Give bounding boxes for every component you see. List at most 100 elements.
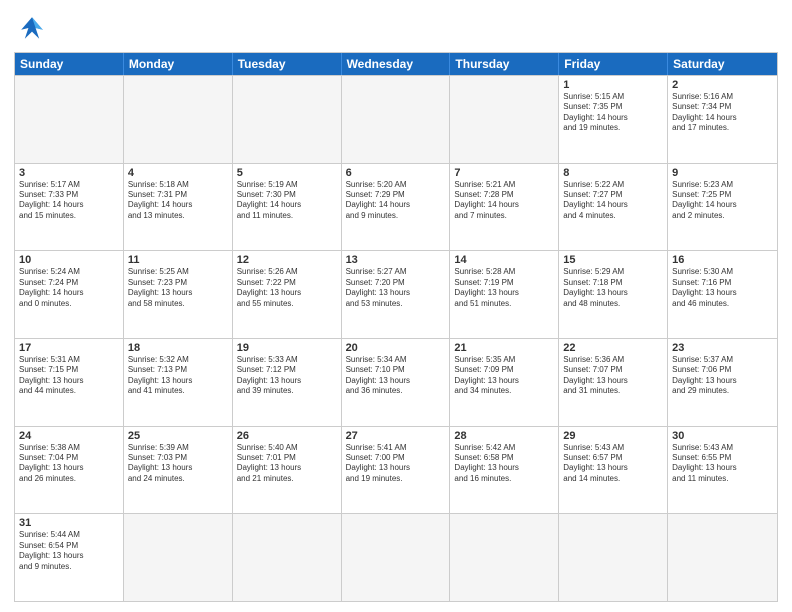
- day-number: 18: [128, 342, 228, 354]
- day-info: Sunrise: 5:41 AM Sunset: 7:00 PM Dayligh…: [346, 443, 446, 485]
- day-number: 9: [672, 167, 773, 179]
- calendar: SundayMondayTuesdayWednesdayThursdayFrid…: [14, 52, 778, 602]
- day-number: 2: [672, 79, 773, 91]
- day-info: Sunrise: 5:22 AM Sunset: 7:27 PM Dayligh…: [563, 180, 663, 222]
- cal-cell-4: 4Sunrise: 5:18 AM Sunset: 7:31 PM Daylig…: [124, 164, 233, 251]
- day-number: 29: [563, 430, 663, 442]
- cal-cell-5: 5Sunrise: 5:19 AM Sunset: 7:30 PM Daylig…: [233, 164, 342, 251]
- cal-cell-empty: [124, 514, 233, 601]
- cal-cell-18: 18Sunrise: 5:32 AM Sunset: 7:13 PM Dayli…: [124, 339, 233, 426]
- day-info: Sunrise: 5:31 AM Sunset: 7:15 PM Dayligh…: [19, 355, 119, 397]
- day-number: 4: [128, 167, 228, 179]
- cal-cell-20: 20Sunrise: 5:34 AM Sunset: 7:10 PM Dayli…: [342, 339, 451, 426]
- cal-cell-2: 2Sunrise: 5:16 AM Sunset: 7:34 PM Daylig…: [668, 76, 777, 163]
- cal-cell-23: 23Sunrise: 5:37 AM Sunset: 7:06 PM Dayli…: [668, 339, 777, 426]
- cal-header-wednesday: Wednesday: [342, 53, 451, 75]
- day-number: 27: [346, 430, 446, 442]
- cal-cell-empty: [342, 76, 451, 163]
- day-info: Sunrise: 5:16 AM Sunset: 7:34 PM Dayligh…: [672, 92, 773, 134]
- day-info: Sunrise: 5:35 AM Sunset: 7:09 PM Dayligh…: [454, 355, 554, 397]
- cal-cell-25: 25Sunrise: 5:39 AM Sunset: 7:03 PM Dayli…: [124, 427, 233, 514]
- day-number: 31: [19, 517, 119, 529]
- cal-cell-19: 19Sunrise: 5:33 AM Sunset: 7:12 PM Dayli…: [233, 339, 342, 426]
- day-number: 28: [454, 430, 554, 442]
- day-number: 21: [454, 342, 554, 354]
- day-info: Sunrise: 5:44 AM Sunset: 6:54 PM Dayligh…: [19, 530, 119, 572]
- day-info: Sunrise: 5:28 AM Sunset: 7:19 PM Dayligh…: [454, 267, 554, 309]
- day-info: Sunrise: 5:40 AM Sunset: 7:01 PM Dayligh…: [237, 443, 337, 485]
- day-number: 17: [19, 342, 119, 354]
- cal-cell-empty: [559, 514, 668, 601]
- cal-cell-29: 29Sunrise: 5:43 AM Sunset: 6:57 PM Dayli…: [559, 427, 668, 514]
- day-number: 19: [237, 342, 337, 354]
- cal-header-monday: Monday: [124, 53, 233, 75]
- cal-header-saturday: Saturday: [668, 53, 777, 75]
- day-number: 3: [19, 167, 119, 179]
- calendar-header: SundayMondayTuesdayWednesdayThursdayFrid…: [15, 53, 777, 75]
- day-number: 11: [128, 254, 228, 266]
- day-info: Sunrise: 5:27 AM Sunset: 7:20 PM Dayligh…: [346, 267, 446, 309]
- cal-week-4: 24Sunrise: 5:38 AM Sunset: 7:04 PM Dayli…: [15, 426, 777, 514]
- cal-cell-7: 7Sunrise: 5:21 AM Sunset: 7:28 PM Daylig…: [450, 164, 559, 251]
- day-number: 22: [563, 342, 663, 354]
- day-number: 5: [237, 167, 337, 179]
- day-number: 25: [128, 430, 228, 442]
- cal-cell-26: 26Sunrise: 5:40 AM Sunset: 7:01 PM Dayli…: [233, 427, 342, 514]
- day-number: 30: [672, 430, 773, 442]
- day-info: Sunrise: 5:30 AM Sunset: 7:16 PM Dayligh…: [672, 267, 773, 309]
- day-info: Sunrise: 5:32 AM Sunset: 7:13 PM Dayligh…: [128, 355, 228, 397]
- cal-cell-11: 11Sunrise: 5:25 AM Sunset: 7:23 PM Dayli…: [124, 251, 233, 338]
- cal-cell-empty: [450, 76, 559, 163]
- cal-cell-empty: [15, 76, 124, 163]
- cal-cell-24: 24Sunrise: 5:38 AM Sunset: 7:04 PM Dayli…: [15, 427, 124, 514]
- day-info: Sunrise: 5:25 AM Sunset: 7:23 PM Dayligh…: [128, 267, 228, 309]
- day-info: Sunrise: 5:37 AM Sunset: 7:06 PM Dayligh…: [672, 355, 773, 397]
- cal-week-2: 10Sunrise: 5:24 AM Sunset: 7:24 PM Dayli…: [15, 250, 777, 338]
- cal-cell-30: 30Sunrise: 5:43 AM Sunset: 6:55 PM Dayli…: [668, 427, 777, 514]
- day-info: Sunrise: 5:39 AM Sunset: 7:03 PM Dayligh…: [128, 443, 228, 485]
- cal-cell-1: 1Sunrise: 5:15 AM Sunset: 7:35 PM Daylig…: [559, 76, 668, 163]
- day-info: Sunrise: 5:26 AM Sunset: 7:22 PM Dayligh…: [237, 267, 337, 309]
- cal-header-tuesday: Tuesday: [233, 53, 342, 75]
- cal-header-sunday: Sunday: [15, 53, 124, 75]
- cal-cell-22: 22Sunrise: 5:36 AM Sunset: 7:07 PM Dayli…: [559, 339, 668, 426]
- day-number: 26: [237, 430, 337, 442]
- cal-cell-12: 12Sunrise: 5:26 AM Sunset: 7:22 PM Dayli…: [233, 251, 342, 338]
- cal-cell-21: 21Sunrise: 5:35 AM Sunset: 7:09 PM Dayli…: [450, 339, 559, 426]
- day-info: Sunrise: 5:29 AM Sunset: 7:18 PM Dayligh…: [563, 267, 663, 309]
- day-info: Sunrise: 5:20 AM Sunset: 7:29 PM Dayligh…: [346, 180, 446, 222]
- cal-cell-empty: [668, 514, 777, 601]
- cal-cell-3: 3Sunrise: 5:17 AM Sunset: 7:33 PM Daylig…: [15, 164, 124, 251]
- cal-header-friday: Friday: [559, 53, 668, 75]
- day-info: Sunrise: 5:24 AM Sunset: 7:24 PM Dayligh…: [19, 267, 119, 309]
- day-number: 16: [672, 254, 773, 266]
- day-number: 1: [563, 79, 663, 91]
- cal-cell-empty: [450, 514, 559, 601]
- day-info: Sunrise: 5:19 AM Sunset: 7:30 PM Dayligh…: [237, 180, 337, 222]
- day-info: Sunrise: 5:43 AM Sunset: 6:55 PM Dayligh…: [672, 443, 773, 485]
- day-info: Sunrise: 5:34 AM Sunset: 7:10 PM Dayligh…: [346, 355, 446, 397]
- cal-cell-8: 8Sunrise: 5:22 AM Sunset: 7:27 PM Daylig…: [559, 164, 668, 251]
- cal-cell-6: 6Sunrise: 5:20 AM Sunset: 7:29 PM Daylig…: [342, 164, 451, 251]
- cal-week-5: 31Sunrise: 5:44 AM Sunset: 6:54 PM Dayli…: [15, 513, 777, 601]
- cal-cell-16: 16Sunrise: 5:30 AM Sunset: 7:16 PM Dayli…: [668, 251, 777, 338]
- cal-cell-10: 10Sunrise: 5:24 AM Sunset: 7:24 PM Dayli…: [15, 251, 124, 338]
- day-info: Sunrise: 5:38 AM Sunset: 7:04 PM Dayligh…: [19, 443, 119, 485]
- cal-cell-28: 28Sunrise: 5:42 AM Sunset: 6:58 PM Dayli…: [450, 427, 559, 514]
- day-info: Sunrise: 5:23 AM Sunset: 7:25 PM Dayligh…: [672, 180, 773, 222]
- day-number: 15: [563, 254, 663, 266]
- cal-header-thursday: Thursday: [450, 53, 559, 75]
- day-info: Sunrise: 5:36 AM Sunset: 7:07 PM Dayligh…: [563, 355, 663, 397]
- logo: [14, 10, 54, 46]
- day-number: 23: [672, 342, 773, 354]
- cal-cell-14: 14Sunrise: 5:28 AM Sunset: 7:19 PM Dayli…: [450, 251, 559, 338]
- cal-cell-9: 9Sunrise: 5:23 AM Sunset: 7:25 PM Daylig…: [668, 164, 777, 251]
- cal-week-3: 17Sunrise: 5:31 AM Sunset: 7:15 PM Dayli…: [15, 338, 777, 426]
- day-info: Sunrise: 5:42 AM Sunset: 6:58 PM Dayligh…: [454, 443, 554, 485]
- day-number: 20: [346, 342, 446, 354]
- day-number: 10: [19, 254, 119, 266]
- day-info: Sunrise: 5:18 AM Sunset: 7:31 PM Dayligh…: [128, 180, 228, 222]
- cal-cell-15: 15Sunrise: 5:29 AM Sunset: 7:18 PM Dayli…: [559, 251, 668, 338]
- cal-cell-empty: [233, 514, 342, 601]
- day-number: 7: [454, 167, 554, 179]
